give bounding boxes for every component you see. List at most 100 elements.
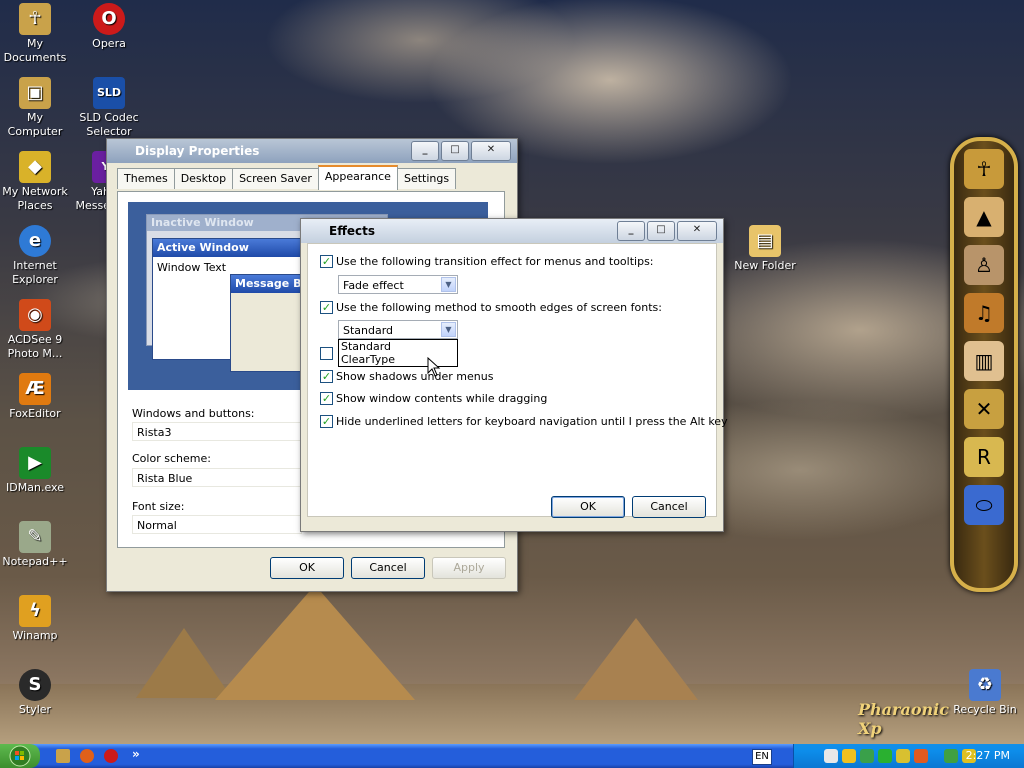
desktop-icon-my-documents[interactable]: ☥ My Documents	[0, 3, 70, 65]
tab-settings[interactable]: Settings	[396, 168, 457, 189]
winamp-icon: ϟ	[19, 595, 51, 627]
ok-button[interactable]: OK	[270, 557, 344, 579]
tools-icon[interactable]: ✕	[964, 389, 1004, 429]
desktop-icon-acdsee[interactable]: ◉ ACDSee 9 Photo M...	[0, 299, 70, 361]
desktop-icon-yahoo-messenger[interactable]: Y! Yah Messe	[74, 151, 110, 213]
desktop-icon-foxeditor[interactable]: Æ FoxEditor	[0, 373, 70, 421]
desktop-icon-new-folder[interactable]: ▤ New Folder	[730, 225, 800, 273]
windows-buttons-select[interactable]: Rista3	[132, 422, 302, 441]
language-indicator[interactable]: EN	[752, 749, 772, 765]
window-title: Display Properties	[135, 144, 260, 158]
ok-button[interactable]: OK	[551, 496, 625, 518]
sld-codec-icon: SLD	[93, 77, 125, 109]
drag-contents-checkbox[interactable]: ✓	[320, 392, 333, 405]
desktop-icon-label: New Folder	[734, 259, 796, 272]
chevron-down-icon[interactable]: ▼	[441, 277, 456, 292]
desktop-icon-sld-codec[interactable]: SLD SLD Codec Selector	[74, 77, 144, 139]
desktop-icon-idman[interactable]: ▶ IDMan.exe	[0, 447, 70, 495]
display-tabs: Themes Desktop Screen Saver Appearance S…	[117, 165, 457, 190]
internet-explorer-icon: e	[19, 225, 51, 257]
quick-launch-more-button[interactable]: »	[132, 747, 140, 761]
smooth-fonts-value: Standard	[343, 324, 394, 337]
desktop-icon-label: Styler	[18, 703, 52, 716]
maximize-button[interactable]: □	[647, 221, 675, 241]
start-button[interactable]	[0, 744, 40, 768]
winrar-icon[interactable]: R	[964, 437, 1004, 477]
close-button[interactable]: ✕	[677, 221, 717, 241]
taskbar: » EN 2:27 PM	[0, 744, 1024, 768]
display-properties-titlebar[interactable]: Display Properties _ □ ✕	[107, 139, 517, 163]
folder-icon: ▤	[749, 225, 781, 257]
desktop-icon-recycle-bin[interactable]: ♻ Recycle Bin	[950, 669, 1020, 717]
minimize-button[interactable]: _	[617, 221, 645, 241]
apply-button[interactable]: Apply	[432, 557, 506, 579]
desktop-icon-label: Internet Explorer	[12, 259, 58, 286]
desktop-icon-styler[interactable]: S Styler	[0, 669, 70, 717]
maximize-button[interactable]: □	[441, 141, 469, 161]
desktop-icon-my-computer[interactable]: ▣ My Computer	[0, 77, 70, 139]
harp-icon[interactable]: ♫	[964, 293, 1004, 333]
foxeditor-icon: Æ	[19, 373, 51, 405]
effects-body: ✓ Use the following transition effect fo…	[307, 243, 728, 517]
my-computer-icon: ▣	[19, 77, 51, 109]
cartouche-icon[interactable]: ⬭	[964, 485, 1004, 525]
pharaoh-mask-icon[interactable]: ☥	[964, 149, 1004, 189]
desktop-icon-winamp[interactable]: ϟ Winamp	[0, 595, 70, 643]
hide-underline-checkbox[interactable]: ✓	[320, 415, 333, 428]
scribe-statue-icon[interactable]: ♙	[964, 245, 1004, 285]
chevron-down-icon[interactable]: ▼	[441, 322, 456, 337]
color-scheme-select[interactable]: Rista Blue	[132, 468, 302, 487]
battery-icon[interactable]	[944, 749, 958, 763]
quick-launch-opera-icon[interactable]	[104, 749, 118, 763]
clock[interactable]: 2:27 PM	[966, 749, 1010, 762]
tab-appearance[interactable]: Appearance	[317, 165, 398, 190]
desktop-icon-label: My Documents	[3, 37, 67, 64]
tab-themes[interactable]: Themes	[117, 168, 175, 189]
security-shield-icon[interactable]	[842, 749, 856, 763]
tab-desktop[interactable]: Desktop	[173, 168, 234, 189]
cancel-button[interactable]: Cancel	[632, 496, 706, 518]
close-button[interactable]: ✕	[471, 141, 511, 161]
color-scheme-label: Color scheme:	[132, 452, 211, 465]
desktop-icon-label: Yah Messe	[75, 185, 111, 212]
messenger-icon[interactable]	[824, 749, 838, 763]
hide-underline-label: Hide underlined letters for keyboard nav…	[336, 415, 728, 428]
smooth-fonts-select[interactable]: Standard ▼	[338, 320, 458, 339]
pyramids-icon[interactable]: ▲	[964, 197, 1004, 237]
desktop-icon-opera[interactable]: O Opera	[74, 3, 144, 51]
smooth-fonts-checkbox[interactable]: ✓	[320, 301, 333, 314]
recycle-bin-icon: ♻	[969, 669, 1001, 701]
desktop-icon-internet-explorer[interactable]: e Internet Explorer	[0, 225, 70, 287]
flag-icon[interactable]	[896, 749, 910, 763]
shadows-label: Show shadows under menus	[336, 370, 494, 383]
my-documents-icon: ☥	[19, 3, 51, 35]
quick-launch-firefox-icon[interactable]	[80, 749, 94, 763]
pharaonic-logo: Pharaonic Xp	[858, 700, 949, 738]
desktop-icon-notepadpp[interactable]: ✎ Notepad++	[0, 521, 70, 569]
shadows-checkbox[interactable]: ✓	[320, 370, 333, 383]
transition-effect-label: Use the following transition effect for …	[336, 255, 654, 268]
cancel-button[interactable]: Cancel	[351, 557, 425, 579]
dropdown-option-standard[interactable]: Standard	[339, 340, 457, 353]
drag-contents-label: Show window contents while dragging	[336, 392, 548, 405]
preview-message-title: Message B	[231, 275, 311, 293]
effects-titlebar[interactable]: Effects _ □ ✕	[301, 219, 723, 243]
acdsee-icon: ◉	[19, 299, 51, 331]
quick-launch-show-desktop-icon[interactable]	[56, 749, 70, 763]
transition-effect-value: Fade effect	[343, 279, 404, 292]
minimize-button[interactable]: _	[411, 141, 439, 161]
network-icon[interactable]	[860, 749, 874, 763]
desktop-icon-my-network[interactable]: ◆ My Network Places	[0, 151, 70, 213]
book-icon[interactable]: ▥	[964, 341, 1004, 381]
system-tray: 2:27 PM	[793, 744, 1024, 768]
transition-effect-select[interactable]: Fade effect ▼	[338, 275, 458, 294]
windows-buttons-label: Windows and buttons:	[132, 407, 255, 420]
transition-effect-checkbox[interactable]: ✓	[320, 255, 333, 268]
media-player-icon[interactable]	[878, 749, 892, 763]
tab-screen-saver[interactable]: Screen Saver	[232, 168, 319, 189]
my-network-places-icon: ◆	[19, 151, 51, 183]
opera-icon: O	[93, 3, 125, 35]
large-icons-checkbox[interactable]: ✓	[320, 347, 333, 360]
download-manager-icon[interactable]	[914, 749, 928, 763]
font-size-select[interactable]: Normal	[132, 515, 302, 534]
